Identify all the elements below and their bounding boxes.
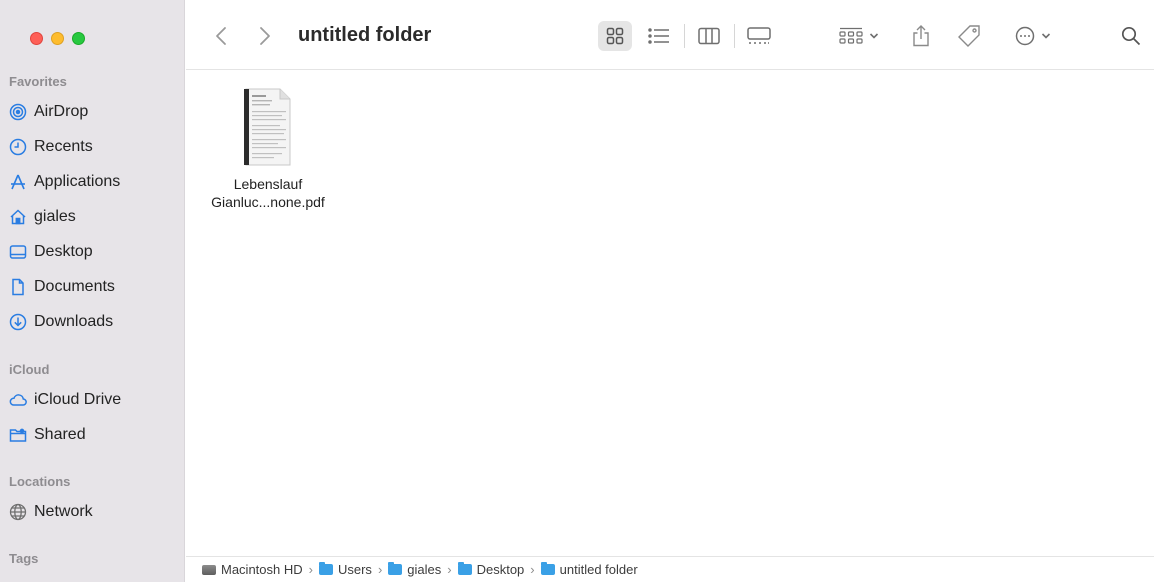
close-window-button[interactable]	[30, 32, 43, 45]
window-controls	[30, 32, 85, 45]
forward-button[interactable]	[252, 21, 278, 51]
sidebar-item-label: Network	[34, 503, 93, 520]
path-item-users[interactable]: Users	[318, 562, 372, 577]
file-name-line1: Lebenslauf	[233, 176, 303, 192]
sidebar-item-shared[interactable]: Shared	[9, 422, 179, 448]
sidebar-item-icloud-drive[interactable]: iCloud Drive	[9, 387, 179, 413]
document-icon	[9, 278, 27, 296]
chevron-left-icon	[216, 27, 226, 45]
clock-icon	[9, 138, 27, 156]
sidebar-item-label: iCloud Drive	[34, 391, 122, 408]
gallery-icon	[747, 27, 771, 44]
sidebar-item-applications[interactable]: Applications	[9, 169, 179, 195]
share-button[interactable]	[906, 21, 936, 51]
section-title-tags: Tags	[9, 551, 39, 566]
icon-view-button[interactable]	[598, 21, 632, 51]
path-item-label: untitled folder	[559, 562, 638, 577]
grid-icon	[606, 27, 624, 45]
path-item-label: Users	[337, 562, 372, 577]
section-title-icloud: iCloud	[9, 362, 50, 377]
hard-drive-icon	[202, 564, 216, 575]
path-separator: ›	[530, 562, 535, 577]
share-icon	[913, 25, 929, 47]
sidebar-item-network[interactable]: Network	[9, 499, 179, 525]
sidebar-item-label: AirDrop	[34, 103, 89, 120]
sidebar-item-label: Shared	[34, 426, 86, 443]
desktop-icon	[9, 243, 27, 261]
path-separator: ›	[308, 562, 313, 577]
toolbar-divider	[734, 24, 735, 48]
sidebar-item-downloads[interactable]: Downloads	[9, 309, 179, 335]
pdf-document-thumbnail	[240, 87, 296, 167]
path-item-macintosh-hd[interactable]: Macintosh HD	[202, 562, 303, 577]
sidebar-item-recents[interactable]: Recents	[9, 134, 179, 160]
cloud-icon	[9, 391, 27, 409]
airdrop-icon	[9, 103, 27, 121]
search-icon	[1121, 26, 1141, 46]
path-item-label: Desktop	[476, 562, 525, 577]
sidebar-item-label: Documents	[34, 278, 115, 295]
list-icon	[648, 28, 669, 44]
tag-icon	[958, 25, 980, 47]
path-item-label: Macintosh HD	[221, 562, 303, 577]
sidebar-item-label: Downloads	[34, 313, 114, 330]
chevron-down-icon	[1041, 33, 1051, 39]
sidebar-item-desktop[interactable]: Desktop	[9, 239, 179, 265]
sidebar-item-label: Applications	[34, 173, 121, 190]
folder-icon	[388, 562, 403, 575]
sidebar-item-label: giales	[34, 208, 76, 225]
folder-icon	[318, 562, 333, 575]
network-icon	[9, 503, 27, 521]
gallery-view-button[interactable]	[742, 21, 776, 51]
column-view-button[interactable]	[694, 21, 724, 51]
sidebar-item-documents[interactable]: Documents	[9, 274, 179, 300]
path-item-untitled-folder[interactable]: untitled folder	[540, 562, 638, 577]
sidebar-item-airdrop[interactable]: AirDrop	[9, 99, 179, 125]
toolbar-divider	[684, 24, 685, 48]
list-view-button[interactable]	[644, 21, 674, 51]
folder-icon	[540, 562, 555, 575]
path-bar: Macintosh HD › Users › giales › Desktop …	[186, 556, 1154, 582]
minimize-window-button[interactable]	[51, 32, 64, 45]
path-item-label: giales	[407, 562, 442, 577]
file-name-line2: Gianluc...none.pdf	[211, 194, 325, 210]
folder-icon	[457, 562, 472, 575]
chevron-right-icon	[260, 27, 270, 45]
shared-folder-icon	[9, 426, 27, 444]
section-title-favorites: Favorites	[9, 74, 67, 89]
path-item-desktop[interactable]: Desktop	[457, 562, 525, 577]
chevron-down-icon	[869, 33, 879, 39]
group-icon	[839, 27, 863, 44]
home-icon	[9, 208, 27, 226]
sidebar-item-label: Recents	[34, 138, 93, 155]
group-by-button[interactable]	[834, 21, 884, 51]
path-separator: ›	[447, 562, 452, 577]
ellipsis-circle-icon	[1015, 26, 1035, 46]
sidebar-item-home[interactable]: giales	[9, 204, 179, 230]
back-button[interactable]	[208, 21, 234, 51]
file-item[interactable]: Lebenslauf Gianluc...none.pdf	[208, 87, 328, 211]
download-icon	[9, 313, 27, 331]
sidebar: Favorites AirDrop Recents Applications g…	[0, 0, 185, 582]
zoom-window-button[interactable]	[72, 32, 85, 45]
section-title-locations: Locations	[9, 474, 71, 489]
tags-button[interactable]	[954, 21, 984, 51]
more-actions-button[interactable]	[1008, 21, 1058, 51]
window-title: untitled folder	[298, 24, 432, 46]
sidebar-item-label: Desktop	[34, 243, 93, 260]
search-button[interactable]	[1116, 21, 1146, 51]
path-separator: ›	[377, 562, 383, 577]
applications-icon	[9, 173, 27, 191]
toolbar: untitled folder	[186, 0, 1154, 70]
path-item-giales[interactable]: giales	[388, 562, 441, 577]
columns-icon	[698, 27, 720, 45]
file-browser-area[interactable]: Lebenslauf Gianluc...none.pdf	[186, 71, 1154, 553]
